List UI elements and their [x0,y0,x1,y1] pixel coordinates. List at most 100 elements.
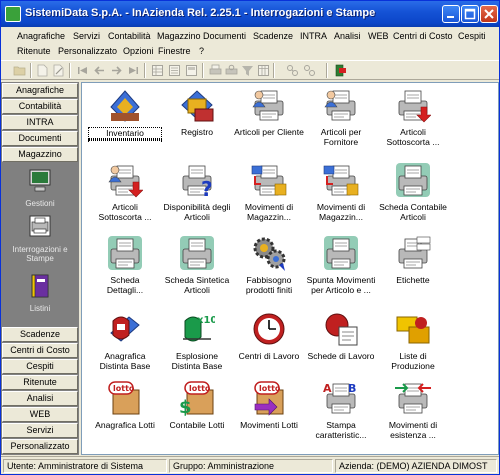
report-item-label: Anagrafica [104,351,146,361]
title-bar[interactable]: SistemiData S.p.A. - InAzienda Rel. 2.25… [1,1,499,27]
report-item[interactable]: Scheda Dettagli... [88,234,162,295]
report-item[interactable]: ? Disponibilità degli Articoli [160,161,234,222]
close-button[interactable] [480,5,498,23]
maximize-icon [464,8,476,20]
menu-analisi[interactable]: Analisi [334,31,361,41]
sidebar-button-personalizzato[interactable]: Personalizzato [2,439,78,454]
menu-servizi[interactable]: Servizi [73,31,100,41]
report-item-label: Inventario [88,127,162,139]
menu-contabilita[interactable]: Contabilità [108,31,151,41]
folder-icon[interactable] [13,64,26,77]
first-record-icon[interactable] [76,64,89,77]
report-item[interactable]: Inventario [88,86,162,141]
previous-record-icon[interactable] [93,64,106,77]
toolbar-separator [144,63,146,78]
sidebar-button-magazzino[interactable]: Magazzino [2,147,78,162]
menu-ritenute[interactable]: Ritenute [17,46,51,56]
exit-icon[interactable] [334,64,347,77]
sidebar-button-analisi[interactable]: Analisi [2,391,78,406]
report-item[interactable]: Scheda Contabile Articoli [376,161,450,222]
report-item[interactable]: Schede di Lavoro [304,310,378,361]
menu-magazzino[interactable]: Magazzino [157,31,201,41]
menu-personalizzato[interactable]: Personalizzato [58,46,117,56]
sidebar-button-centri-di-costo[interactable]: Centri di Costo [2,343,78,358]
sidebar-button-contabilita[interactable]: Contabilità [2,99,78,114]
menu-help[interactable]: ? [199,46,204,56]
report-item[interactable]: Etichette [376,234,450,285]
menu-web[interactable]: WEB [368,31,389,41]
report-item[interactable]: Movimenti di esistenza ... [376,379,450,440]
report-icon-grid: Inventario Registro Articoli per Cliente Ar… [81,82,499,455]
inventory-icon [110,90,140,122]
report-item-label: Contabile Lotti [169,420,225,430]
menu-documenti[interactable]: Documenti [203,31,246,41]
report-item[interactable]: Articoli per Cliente [232,86,306,137]
report-item[interactable]: Articoli Sottoscorta ... [376,86,450,147]
report-item[interactable]: x10 EsplosioneDistinta Base [160,310,234,371]
report-item[interactable]: lotto $ Contabile Lotti [160,379,234,430]
sidebar-button-intra[interactable]: INTRA [2,115,78,130]
report-item-label: Articoli [112,202,138,212]
menu-centri-di-costo[interactable]: Centri di Costo [393,31,453,41]
svg-text:lotto: lotto [189,384,211,393]
report-item[interactable]: Liste di Produzione [376,310,450,371]
minimize-button[interactable] [442,5,460,23]
report-item[interactable]: Registro [160,86,234,137]
report-item[interactable]: Spunta Movimenti per Articolo e ... [304,234,378,295]
menu-finestre[interactable]: Finestre [158,46,191,56]
sidebar-item-gestioni[interactable]: Gestioni [1,167,79,208]
app-icon[interactable] [5,6,21,22]
report-item[interactable]: lotto Anagrafica Lotti [88,379,162,430]
report-item[interactable]: Articoli Sottoscorta ... [88,161,162,222]
report-item-label: Centri di Lavoro [238,351,300,361]
menu-anagrafiche[interactable]: Anagrafiche [17,31,65,41]
sidebar-button-ritenute[interactable]: Ritenute [2,375,78,390]
toolbar-separator [69,63,71,78]
sidebar-item-listini[interactable]: Listini [1,272,79,313]
filter-icon[interactable] [241,64,254,77]
menu-intra[interactable]: INTRA [300,31,327,41]
report-item-label: Movimenti di [388,420,438,430]
form-view-icon[interactable] [185,64,198,77]
edit-document-icon[interactable] [52,64,65,77]
grid-view-icon[interactable] [151,64,164,77]
toolbar-separator [30,63,32,78]
report-item-label: Scheda Contabile [379,202,447,212]
sidebar-item-interrogazioni-e-stampe[interactable]: Interrogazioni e Stampe [1,213,79,263]
list-view-icon[interactable] [168,64,181,77]
sidebar-button-anagrafiche[interactable]: Anagrafiche [2,83,78,98]
print-preview-icon[interactable] [225,64,238,77]
report-item-label-line2: Sottoscorta ... [386,137,440,147]
last-record-icon[interactable] [127,64,140,77]
sidebar-button-documenti[interactable]: Documenti [2,131,78,146]
report-item-label: Stampa [326,420,356,430]
table-icon[interactable] [257,64,270,77]
sidebar: Anagrafiche Contabilità INTRA Documenti … [1,82,79,455]
report-item[interactable]: Movimenti di Magazzin... [232,161,306,222]
report-item[interactable]: Scheda Sintetica Articoli [160,234,234,295]
report-item[interactable]: Fabbisogno prodotti finiti [232,234,306,295]
unlink-icon[interactable] [303,64,316,77]
menu-scadenze[interactable]: Scadenze [253,31,293,41]
sidebar-button-web[interactable]: WEB [2,407,78,422]
maximize-button[interactable] [461,5,479,23]
report-item[interactable]: Centri di Lavoro [232,310,306,361]
menu-cespiti[interactable]: Cespiti [458,31,486,41]
report-item[interactable]: Articoli per Fornitore [304,86,378,147]
report-item[interactable]: A B Stampa caratteristic... [304,379,378,440]
minimize-icon [447,16,454,18]
sidebar-button-scadenze[interactable]: Scadenze [2,327,78,342]
report-item[interactable]: Movimenti di Magazzin... [304,161,378,222]
report-item[interactable]: lotto Movimenti Lotti [232,379,306,430]
sidebar-button-servizi[interactable]: Servizi [2,423,78,438]
sidebar-button-cespiti[interactable]: Cespiti [2,359,78,374]
report-item[interactable]: Anagrafica Distinta Base [88,310,162,371]
next-record-icon[interactable] [110,64,123,77]
new-document-icon[interactable] [36,64,49,77]
link-icon[interactable] [286,64,299,77]
menu-opzioni[interactable]: Opzioni [123,46,154,56]
printer-person-icon [252,90,284,121]
report-item-label: Liste di [399,351,427,361]
report-item-label: Spunta Movimenti [306,275,376,285]
print-icon[interactable] [209,64,222,77]
